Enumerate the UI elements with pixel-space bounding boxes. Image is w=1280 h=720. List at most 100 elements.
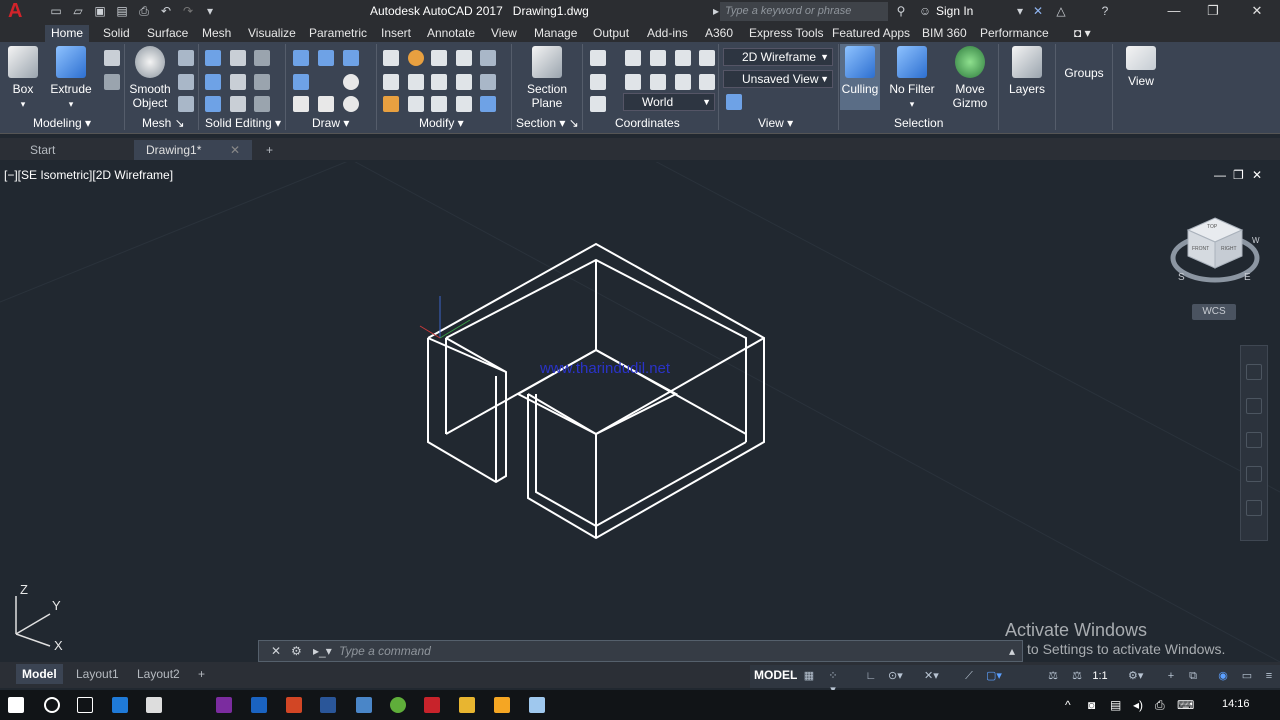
panel-solid-editing[interactable]: Solid Editing ▾ xyxy=(205,116,281,130)
search-input[interactable]: Type a keyword or phrase xyxy=(720,2,888,21)
outlook-icon[interactable] xyxy=(251,697,267,713)
viewcube[interactable]: TOP FRONT RIGHT S E W xyxy=(1170,210,1260,290)
search-icon[interactable] xyxy=(44,697,60,713)
smooth-object-button[interactable]: Smooth Object xyxy=(128,46,172,110)
layers-button[interactable]: Layers xyxy=(1005,46,1049,96)
tab-layout2[interactable]: Layout2 xyxy=(131,664,186,684)
section-plane-button[interactable]: Section Plane xyxy=(524,46,570,110)
tab-mesh[interactable]: Mesh xyxy=(196,25,237,42)
panel-mesh[interactable]: Mesh ↘ xyxy=(142,116,185,130)
ucs-tool-3-icon[interactable] xyxy=(650,50,666,66)
panel-view[interactable]: View ▾ xyxy=(758,116,793,130)
mesh-tool-1-icon[interactable] xyxy=(178,50,194,66)
ucs-tool-8-icon[interactable] xyxy=(699,74,715,90)
copy-icon[interactable] xyxy=(408,50,424,66)
orbit-icon[interactable] xyxy=(1246,466,1262,482)
fillet-icon[interactable] xyxy=(408,96,424,112)
mesh-tool-2-icon[interactable] xyxy=(178,74,194,90)
plot-icon[interactable]: ⎙ xyxy=(136,3,152,19)
ellipse-icon[interactable] xyxy=(343,96,359,112)
minimize-button[interactable]: — xyxy=(1162,2,1186,20)
object-snap-icon[interactable]: ▢▾ xyxy=(986,669,1002,683)
modify-tool-3-icon[interactable] xyxy=(456,96,472,112)
tab-output[interactable]: Output xyxy=(587,25,635,42)
open-icon[interactable]: ▱ xyxy=(70,3,86,19)
tab-bim360[interactable]: BIM 360 xyxy=(916,25,973,42)
keyboard-layout-icon[interactable]: ⌨ xyxy=(1177,698,1194,712)
extrude-button[interactable]: Extrude ▾ xyxy=(50,46,92,111)
tab-visualize[interactable]: Visualize xyxy=(242,25,302,42)
media-icon[interactable] xyxy=(494,697,510,713)
command-prompt-icon[interactable]: ▸_▾ xyxy=(313,644,332,658)
sign-in-button[interactable]: Sign In xyxy=(936,4,973,18)
ucs-world-dropdown[interactable]: World ▼ xyxy=(623,93,715,111)
tab-annotate[interactable]: Annotate xyxy=(421,25,481,42)
tray-expand-icon[interactable]: ^ xyxy=(1065,698,1071,712)
word-icon[interactable] xyxy=(320,697,336,713)
tab-layout1[interactable]: Layout1 xyxy=(70,664,125,684)
spline-icon[interactable] xyxy=(343,50,359,66)
model-space-button[interactable]: MODEL xyxy=(754,668,797,682)
close-command-icon[interactable]: ✕ xyxy=(271,644,281,658)
signin-dropdown-icon[interactable]: ▾ xyxy=(1012,3,1028,19)
polysolid-icon[interactable] xyxy=(104,50,120,66)
panel-section[interactable]: Section ▾ ↘ xyxy=(516,116,579,130)
tab-solid[interactable]: Solid xyxy=(97,25,136,42)
modify-tool-5-icon[interactable] xyxy=(480,74,496,90)
tab-view[interactable]: View xyxy=(485,25,523,42)
no-filter-button[interactable]: No Filter ▾ xyxy=(886,46,938,111)
tab-insert[interactable]: Insert xyxy=(375,25,417,42)
mirror-icon[interactable] xyxy=(408,74,424,90)
edit-tool-1-icon[interactable] xyxy=(230,50,246,66)
annotation-visibility-icon[interactable]: ⚖ xyxy=(1046,669,1060,683)
powerpoint-icon[interactable] xyxy=(286,697,302,713)
panel-modeling[interactable]: Modeling ▾ xyxy=(33,116,91,130)
edit-tool-4-icon[interactable] xyxy=(254,50,270,66)
close-button[interactable]: ✕ xyxy=(1245,2,1269,20)
grid-icon[interactable]: ▦ xyxy=(802,669,816,683)
file-explorer-icon[interactable] xyxy=(459,697,475,713)
store-icon[interactable] xyxy=(146,697,162,713)
viewport-config-icon[interactable] xyxy=(726,94,742,110)
annotation-scale[interactable]: 1:1 xyxy=(1090,669,1110,683)
app-blue-icon[interactable] xyxy=(529,697,545,713)
command-history-icon[interactable]: ▴ xyxy=(1009,644,1015,658)
tab-express-tools[interactable]: Express Tools xyxy=(743,25,829,42)
undo-icon[interactable]: ↶ xyxy=(158,3,174,19)
autocad-taskbar-icon[interactable] xyxy=(424,697,440,713)
isodraft-icon[interactable]: ⟋ xyxy=(962,669,976,683)
ortho-icon[interactable]: ∟ xyxy=(864,669,878,683)
steering-wheel-icon[interactable] xyxy=(1246,364,1262,380)
command-line[interactable]: ✕ ⚙ ▸_▾ Type a command ▴ xyxy=(258,640,1023,662)
panel-selection[interactable]: Selection xyxy=(894,116,943,130)
named-view-dropdown[interactable]: Unsaved View ▼ xyxy=(723,70,833,88)
customize-qat-icon[interactable]: ▾ xyxy=(202,3,218,19)
tab-home[interactable]: Home xyxy=(45,25,90,42)
polar-icon[interactable]: ⊙▾ xyxy=(888,669,903,683)
array-icon[interactable] xyxy=(431,96,447,112)
snap-icon[interactable]: ⁘▾ xyxy=(826,669,840,696)
keyboard-icon[interactable] xyxy=(356,697,372,713)
help-icon[interactable]: ? xyxy=(1097,3,1113,19)
mesh-tool-3-icon[interactable] xyxy=(178,96,194,112)
edit-tool-6-icon[interactable] xyxy=(254,96,270,112)
new-tab-button[interactable]: + xyxy=(254,140,282,160)
ucs-tool-4-icon[interactable] xyxy=(650,74,666,90)
clock[interactable]: 14:16 xyxy=(1222,698,1250,710)
tray-app-icon[interactable]: ◙ xyxy=(1088,698,1095,712)
move-icon[interactable] xyxy=(383,50,399,66)
volume-icon[interactable]: ◂) xyxy=(1133,698,1143,712)
add-layout-button[interactable]: + xyxy=(192,664,211,684)
ucs-tool-6-icon[interactable] xyxy=(675,74,691,90)
modify-tool-2-icon[interactable] xyxy=(456,74,472,90)
tab-featured-apps[interactable]: Featured Apps xyxy=(826,25,916,42)
wcs-menu[interactable]: WCS xyxy=(1192,304,1236,320)
arc-icon[interactable] xyxy=(318,50,334,66)
app-green-icon[interactable] xyxy=(390,697,406,713)
tab-drawing1[interactable]: Drawing1* ✕ xyxy=(134,140,252,160)
pan-icon[interactable] xyxy=(1246,398,1262,414)
modify-tool-6-icon[interactable] xyxy=(480,96,496,112)
tab-surface[interactable]: Surface xyxy=(141,25,194,42)
union-icon[interactable] xyxy=(205,50,221,66)
view-button[interactable]: View xyxy=(1120,46,1162,88)
